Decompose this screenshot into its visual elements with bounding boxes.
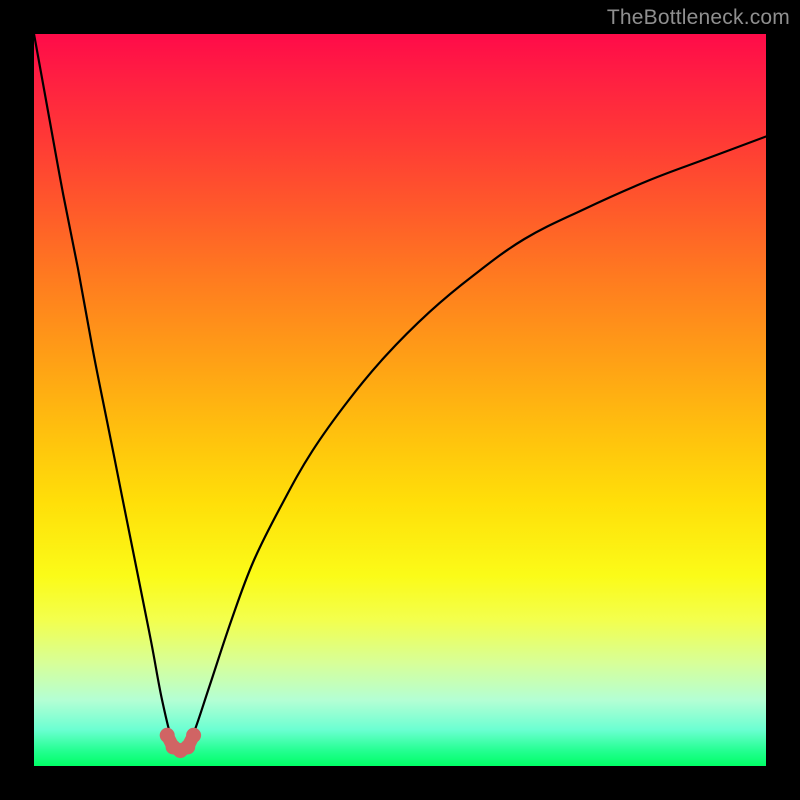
plot-area <box>34 34 766 766</box>
chart-frame: TheBottleneck.com <box>0 0 800 800</box>
bottleneck-curve <box>34 34 766 752</box>
watermark-text: TheBottleneck.com <box>607 6 790 30</box>
minimum-marker-dot <box>186 728 201 743</box>
curve-layer <box>34 34 766 766</box>
